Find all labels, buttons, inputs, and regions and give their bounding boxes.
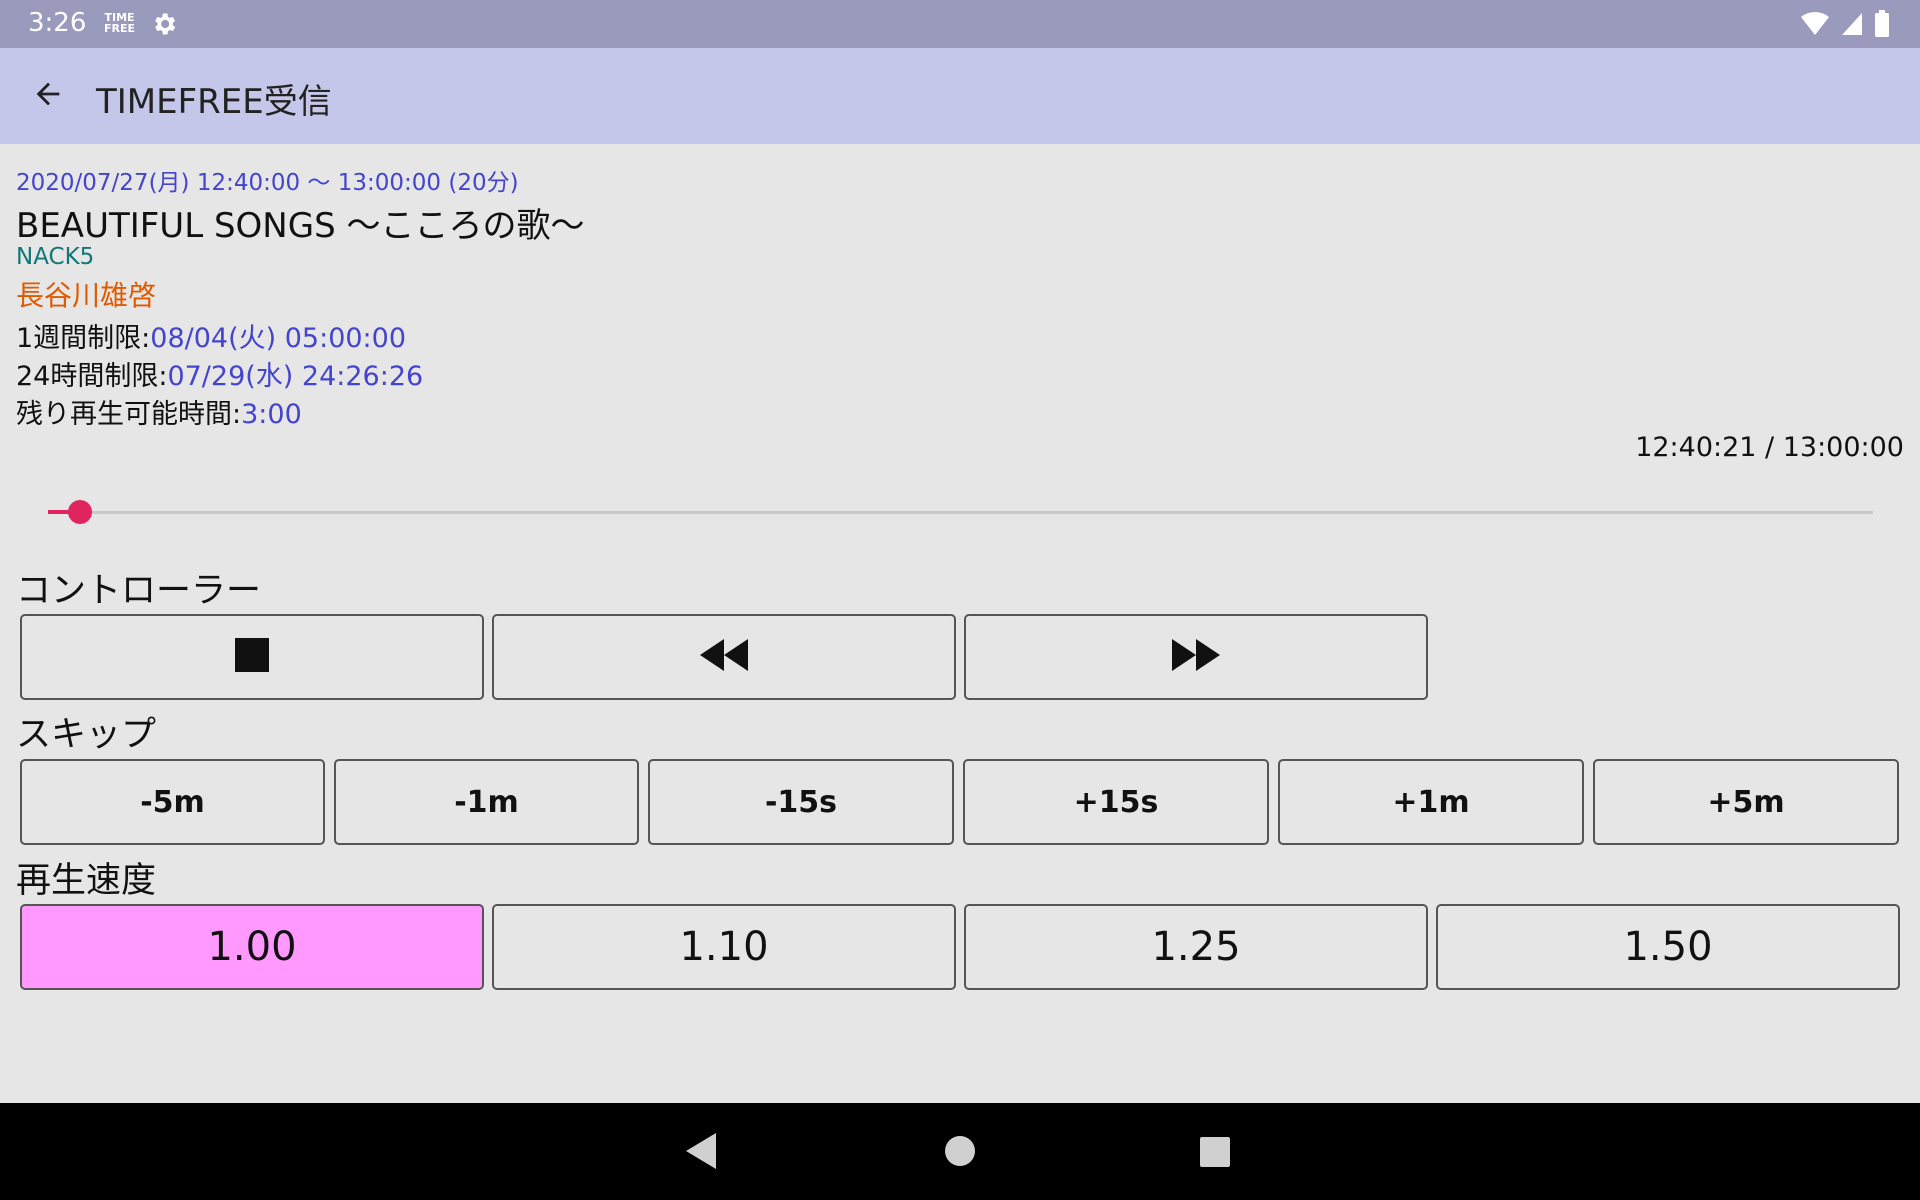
week-limit-label: 1週間制限: bbox=[16, 323, 151, 354]
remaining-time-label: 残り再生可能時間: bbox=[16, 399, 242, 430]
controller-label: コントローラー bbox=[16, 571, 262, 611]
navigation-bar bbox=[0, 1103, 1920, 1200]
back-arrow-icon bbox=[31, 77, 65, 115]
day-limit-label: 24時間制限: bbox=[16, 361, 168, 392]
battery-icon bbox=[1874, 10, 1890, 42]
seek-track bbox=[48, 511, 1873, 514]
skip-forward-15s-button[interactable]: +15s bbox=[963, 759, 1269, 845]
skip-label: スキップ bbox=[16, 715, 157, 755]
broadcast-date-range: 2020/07/27(月) 12:40:00 〜 13:00:00 (20分) bbox=[16, 170, 519, 196]
fast-forward-button[interactable] bbox=[964, 614, 1428, 700]
remaining-time: 残り再生可能時間:3:00 bbox=[16, 392, 302, 431]
skip-forward-1m-button[interactable]: +1m bbox=[1278, 759, 1584, 845]
page-title: TIMEFREE受信 bbox=[96, 82, 332, 122]
playback-position: 12:40:21 / 13:00:00 bbox=[1635, 432, 1904, 463]
seek-thumb[interactable] bbox=[67, 500, 92, 524]
skip-back-1m-button[interactable]: -1m bbox=[334, 759, 639, 845]
skip-forward-5m-button[interactable]: +5m bbox=[1593, 759, 1899, 845]
speed-label: 再生速度 bbox=[16, 861, 157, 901]
fast-forward-icon bbox=[1172, 639, 1220, 675]
program-title: BEAUTIFUL SONGS 〜こころの歌〜 bbox=[16, 206, 585, 246]
back-button[interactable] bbox=[24, 72, 72, 120]
personality-name: 長谷川雄啓 bbox=[16, 279, 157, 312]
timefree-app-icon: TIME FREE bbox=[104, 12, 135, 34]
week-limit: 1週間制限:08/04(火) 05:00:00 bbox=[16, 316, 406, 355]
nav-home-icon[interactable] bbox=[945, 1136, 975, 1170]
day-limit: 24時間制限:07/29(水) 24:26:26 bbox=[16, 354, 423, 393]
app-bar: TIMEFREE受信 bbox=[0, 48, 1920, 144]
seek-bar[interactable] bbox=[48, 500, 1873, 524]
nav-back-icon[interactable] bbox=[686, 1133, 718, 1173]
stop-button[interactable] bbox=[20, 614, 484, 700]
wifi-icon bbox=[1800, 11, 1830, 41]
speed-1-00-button[interactable]: 1.00 bbox=[20, 904, 484, 990]
speed-1-10-button[interactable]: 1.10 bbox=[492, 904, 956, 990]
rewind-button[interactable] bbox=[492, 614, 956, 700]
app-badge-line2: FREE bbox=[104, 22, 136, 35]
signal-icon bbox=[1840, 11, 1864, 41]
status-time: 3:26 bbox=[28, 8, 87, 38]
skip-back-15s-button[interactable]: -15s bbox=[648, 759, 954, 845]
status-bar: 3:26 TIME FREE bbox=[0, 0, 1920, 48]
rewind-icon bbox=[700, 639, 748, 675]
stop-icon bbox=[235, 638, 269, 676]
speed-1-25-button[interactable]: 1.25 bbox=[964, 904, 1428, 990]
week-limit-value: 08/04(火) 05:00:00 bbox=[150, 323, 407, 354]
remaining-time-value: 3:00 bbox=[241, 399, 302, 430]
station-name: NACK5 bbox=[16, 244, 95, 270]
speed-1-50-button[interactable]: 1.50 bbox=[1436, 904, 1900, 990]
settings-gear-icon bbox=[150, 10, 178, 42]
day-limit-value: 07/29(水) 24:26:26 bbox=[167, 361, 424, 392]
nav-recents-icon[interactable] bbox=[1200, 1137, 1230, 1171]
skip-back-5m-button[interactable]: -5m bbox=[20, 759, 325, 845]
